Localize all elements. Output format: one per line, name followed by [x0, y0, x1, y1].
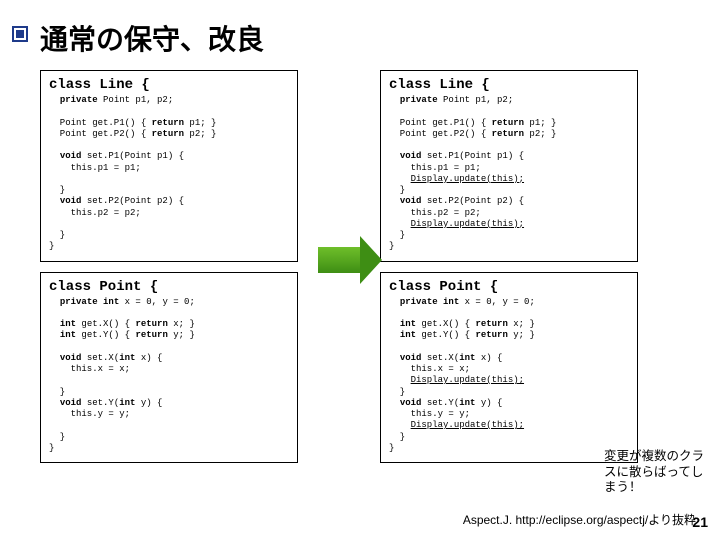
citation: Aspect.J. http://eclipse.org/aspectj/より抜…: [463, 511, 696, 528]
right-line-sig: class Line {: [389, 77, 629, 93]
right-line-box: class Line { private Point p1, p2; Point…: [380, 70, 638, 262]
right-column: class Line { private Point p1, p2; Point…: [380, 70, 638, 463]
left-point-body: private int x = 0, y = 0; int get.X() { …: [49, 297, 289, 455]
arrow-wrap: [314, 110, 364, 410]
left-line-box: class Line { private Point p1, p2; Point…: [40, 70, 298, 262]
columns: class Line { private Point p1, p2; Point…: [40, 70, 692, 463]
left-point-box: class Point { private int x = 0, y = 0; …: [40, 272, 298, 464]
left-line-body: private Point p1, p2; Point get.P1() { r…: [49, 95, 289, 253]
arrow-icon: [318, 247, 360, 273]
left-column: class Line { private Point p1, p2; Point…: [40, 70, 298, 463]
side-note: 変更が複数のクラスに散らばってしまう！: [604, 449, 710, 496]
right-point-box: class Point { private int x = 0, y = 0; …: [380, 272, 638, 464]
page-number: 21: [692, 514, 708, 530]
right-point-body: private int x = 0, y = 0; int get.X() { …: [389, 297, 629, 455]
page-title: 通常の保守、改良: [40, 18, 692, 58]
left-line-sig: class Line {: [49, 77, 289, 93]
right-line-body: private Point p1, p2; Point get.P1() { r…: [389, 95, 629, 253]
right-point-sig: class Point {: [389, 279, 629, 295]
bullet-square: [12, 26, 28, 42]
left-point-sig: class Point {: [49, 279, 289, 295]
